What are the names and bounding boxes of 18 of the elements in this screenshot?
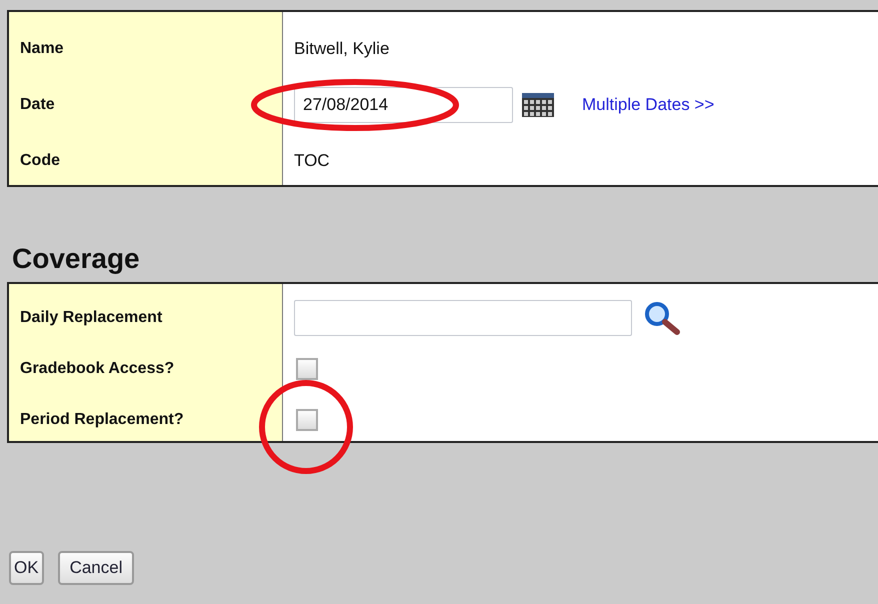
field-label: Period Replacement? xyxy=(19,410,185,428)
field-label: Date xyxy=(19,96,56,114)
field-value: TOC xyxy=(294,151,330,171)
field-value: Bitwell, Kylie xyxy=(294,39,390,59)
field-label: Daily Replacement xyxy=(19,308,164,326)
multiple-dates-link[interactable]: Multiple Dates >> xyxy=(582,95,714,115)
replacement-field[interactable] xyxy=(294,300,632,336)
field-label: Name xyxy=(19,40,65,58)
calendar-icon[interactable] xyxy=(522,93,554,117)
field-label: Gradebook Access? xyxy=(19,360,176,378)
search-icon[interactable] xyxy=(643,300,681,334)
cancel-button[interactable]: Cancel xyxy=(58,551,134,585)
date-field[interactable]: 27/08/2014 xyxy=(294,87,513,123)
checkbox[interactable] xyxy=(296,408,318,430)
field-label: Code xyxy=(19,152,61,170)
ok-button[interactable]: OK xyxy=(9,551,44,585)
checkbox[interactable] xyxy=(296,358,318,380)
section-heading: Coverage xyxy=(12,242,141,276)
